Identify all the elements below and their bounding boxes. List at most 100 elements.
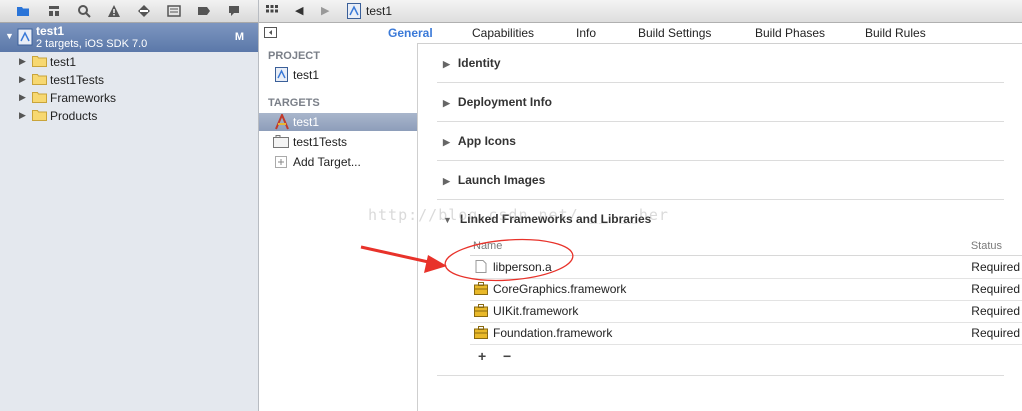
folder-icon — [32, 74, 47, 85]
project-root-row[interactable]: ▼ test1 2 targets, iOS SDK 7.0 M — [0, 23, 258, 52]
divider — [437, 82, 1004, 83]
project-name: test1 — [36, 24, 65, 38]
warning-icon[interactable] — [107, 4, 121, 18]
library-name: UIKit.framework — [493, 304, 579, 318]
editor-tab-bar: General Capabilities Info Build Settings… — [259, 23, 1022, 44]
section-label: Identity — [457, 56, 501, 70]
framework-toolbox-icon — [474, 282, 488, 295]
navigator-toolbar — [0, 0, 258, 23]
test-bundle-icon — [273, 135, 289, 148]
app-target-icon — [275, 114, 289, 130]
navigator-item-test1tests[interactable]: ▶ test1Tests — [0, 71, 258, 89]
section-app-icons[interactable]: ▶ App Icons — [443, 134, 516, 148]
navigator-item-label: test1 — [50, 55, 77, 69]
xcode-project-icon — [17, 28, 33, 46]
related-items-grid-icon[interactable] — [266, 5, 278, 17]
target-item-test1[interactable]: test1 — [259, 113, 417, 131]
disclosure-triangle-icon[interactable]: ▶ — [443, 98, 450, 108]
add-target-label: Add Target... — [293, 155, 361, 169]
folder-icon — [32, 92, 47, 103]
libraries-table-header: Name Status — [470, 237, 1022, 256]
project-navigator: ▼ test1 2 targets, iOS SDK 7.0 M ▶ test1… — [0, 0, 259, 411]
targets-section-header: TARGETS — [268, 97, 320, 109]
remove-library-button[interactable]: − — [503, 348, 511, 364]
symbol-navigator-icon[interactable] — [47, 4, 61, 18]
add-icon — [275, 156, 287, 168]
watermark-text: http://blog.csdn.net/ __ __her — [368, 206, 669, 224]
framework-toolbox-icon — [474, 326, 488, 339]
target-item-label: test1 — [293, 115, 320, 129]
library-name: libperson.a — [493, 260, 552, 274]
navigator-item-frameworks[interactable]: ▶ Frameworks — [0, 89, 258, 107]
add-library-button[interactable]: + — [478, 348, 486, 364]
section-label: Deployment Info — [457, 95, 552, 109]
library-row-coregraphics[interactable]: CoreGraphics.framework Required — [470, 278, 1022, 301]
folder-icon — [32, 56, 47, 67]
navigator-item-products[interactable]: ▶ Products — [0, 107, 258, 125]
section-label: Launch Images — [457, 173, 546, 187]
divider — [437, 375, 1004, 376]
library-status[interactable]: Required — [971, 304, 1020, 318]
breadcrumb-project[interactable]: test1 — [366, 4, 392, 18]
disclosure-triangle-icon[interactable]: ▶ — [443, 176, 450, 186]
search-icon[interactable] — [77, 4, 91, 18]
library-status[interactable]: Required — [971, 326, 1020, 340]
modified-badge: M — [234, 31, 244, 43]
library-name: Foundation.framework — [493, 326, 613, 340]
disclosure-triangle-icon[interactable]: ▶ — [19, 74, 26, 85]
target-item-test1tests[interactable]: test1Tests — [259, 133, 417, 151]
log-navigator-icon[interactable] — [227, 4, 241, 18]
library-row-foundation[interactable]: Foundation.framework Required — [470, 322, 1022, 345]
library-status[interactable]: Required — [971, 260, 1020, 274]
project-item-test1[interactable]: test1 — [259, 66, 417, 84]
framework-toolbox-icon — [474, 304, 488, 317]
editor-jump-bar: ◀ ▶ test1 — [259, 0, 1022, 23]
xcode-project-icon — [275, 67, 288, 82]
column-header-name[interactable]: Name — [473, 240, 502, 252]
section-launch-images[interactable]: ▶ Launch Images — [443, 173, 545, 187]
hide-project-list-icon[interactable] — [264, 27, 277, 38]
disclosure-triangle-icon[interactable]: ▶ — [19, 92, 26, 103]
library-status[interactable]: Required — [971, 282, 1020, 296]
target-item-label: test1Tests — [293, 135, 348, 149]
column-header-status[interactable]: Status — [971, 240, 1002, 252]
forward-arrow-icon[interactable]: ▶ — [321, 4, 329, 17]
library-row-libperson[interactable]: libperson.a Required — [470, 256, 1022, 279]
xcode-project-icon — [347, 3, 361, 19]
navigator-item-label: test1Tests — [50, 73, 105, 87]
divider — [437, 199, 1004, 200]
folder-icon — [32, 110, 47, 121]
disclosure-triangle-icon[interactable]: ▶ — [19, 110, 26, 121]
folder-icon[interactable] — [16, 4, 30, 18]
library-row-uikit[interactable]: UIKit.framework Required — [470, 300, 1022, 323]
navigator-item-test1[interactable]: ▶ test1 — [0, 53, 258, 71]
navigator-item-label: Frameworks — [50, 91, 117, 105]
tab-build-rules[interactable]: Build Rules — [865, 26, 926, 40]
section-identity[interactable]: ▶ Identity — [443, 56, 501, 70]
divider — [437, 121, 1004, 122]
disclosure-triangle-icon[interactable]: ▶ — [443, 137, 450, 147]
tab-build-phases[interactable]: Build Phases — [755, 26, 825, 40]
library-name: CoreGraphics.framework — [493, 282, 627, 296]
disclosure-triangle-icon[interactable]: ▶ — [443, 59, 450, 69]
disclosure-triangle-icon[interactable]: ▶ — [19, 56, 26, 67]
divider — [437, 160, 1004, 161]
back-arrow-icon[interactable]: ◀ — [295, 4, 303, 17]
debug-navigator-icon[interactable] — [167, 4, 181, 18]
tab-build-settings[interactable]: Build Settings — [638, 26, 711, 40]
project-item-label: test1 — [293, 68, 320, 82]
project-subtitle: 2 targets, iOS SDK 7.0 — [36, 38, 148, 50]
tab-info[interactable]: Info — [576, 26, 596, 40]
tab-general[interactable]: General — [388, 26, 433, 40]
test-navigator-icon[interactable] — [137, 4, 151, 18]
add-target-button[interactable]: Add Target... — [259, 153, 417, 171]
section-deployment-info[interactable]: ▶ Deployment Info — [443, 95, 552, 109]
disclosure-triangle-icon[interactable]: ▼ — [5, 31, 14, 41]
tab-capabilities[interactable]: Capabilities — [472, 26, 534, 40]
file-icon — [475, 260, 487, 273]
project-targets-list: PROJECT test1 TARGETS test1 test1Tests A… — [259, 43, 418, 411]
section-label: App Icons — [457, 134, 516, 148]
project-section-header: PROJECT — [268, 50, 320, 62]
breakpoint-icon[interactable] — [197, 4, 211, 18]
navigator-item-label: Products — [50, 109, 98, 123]
